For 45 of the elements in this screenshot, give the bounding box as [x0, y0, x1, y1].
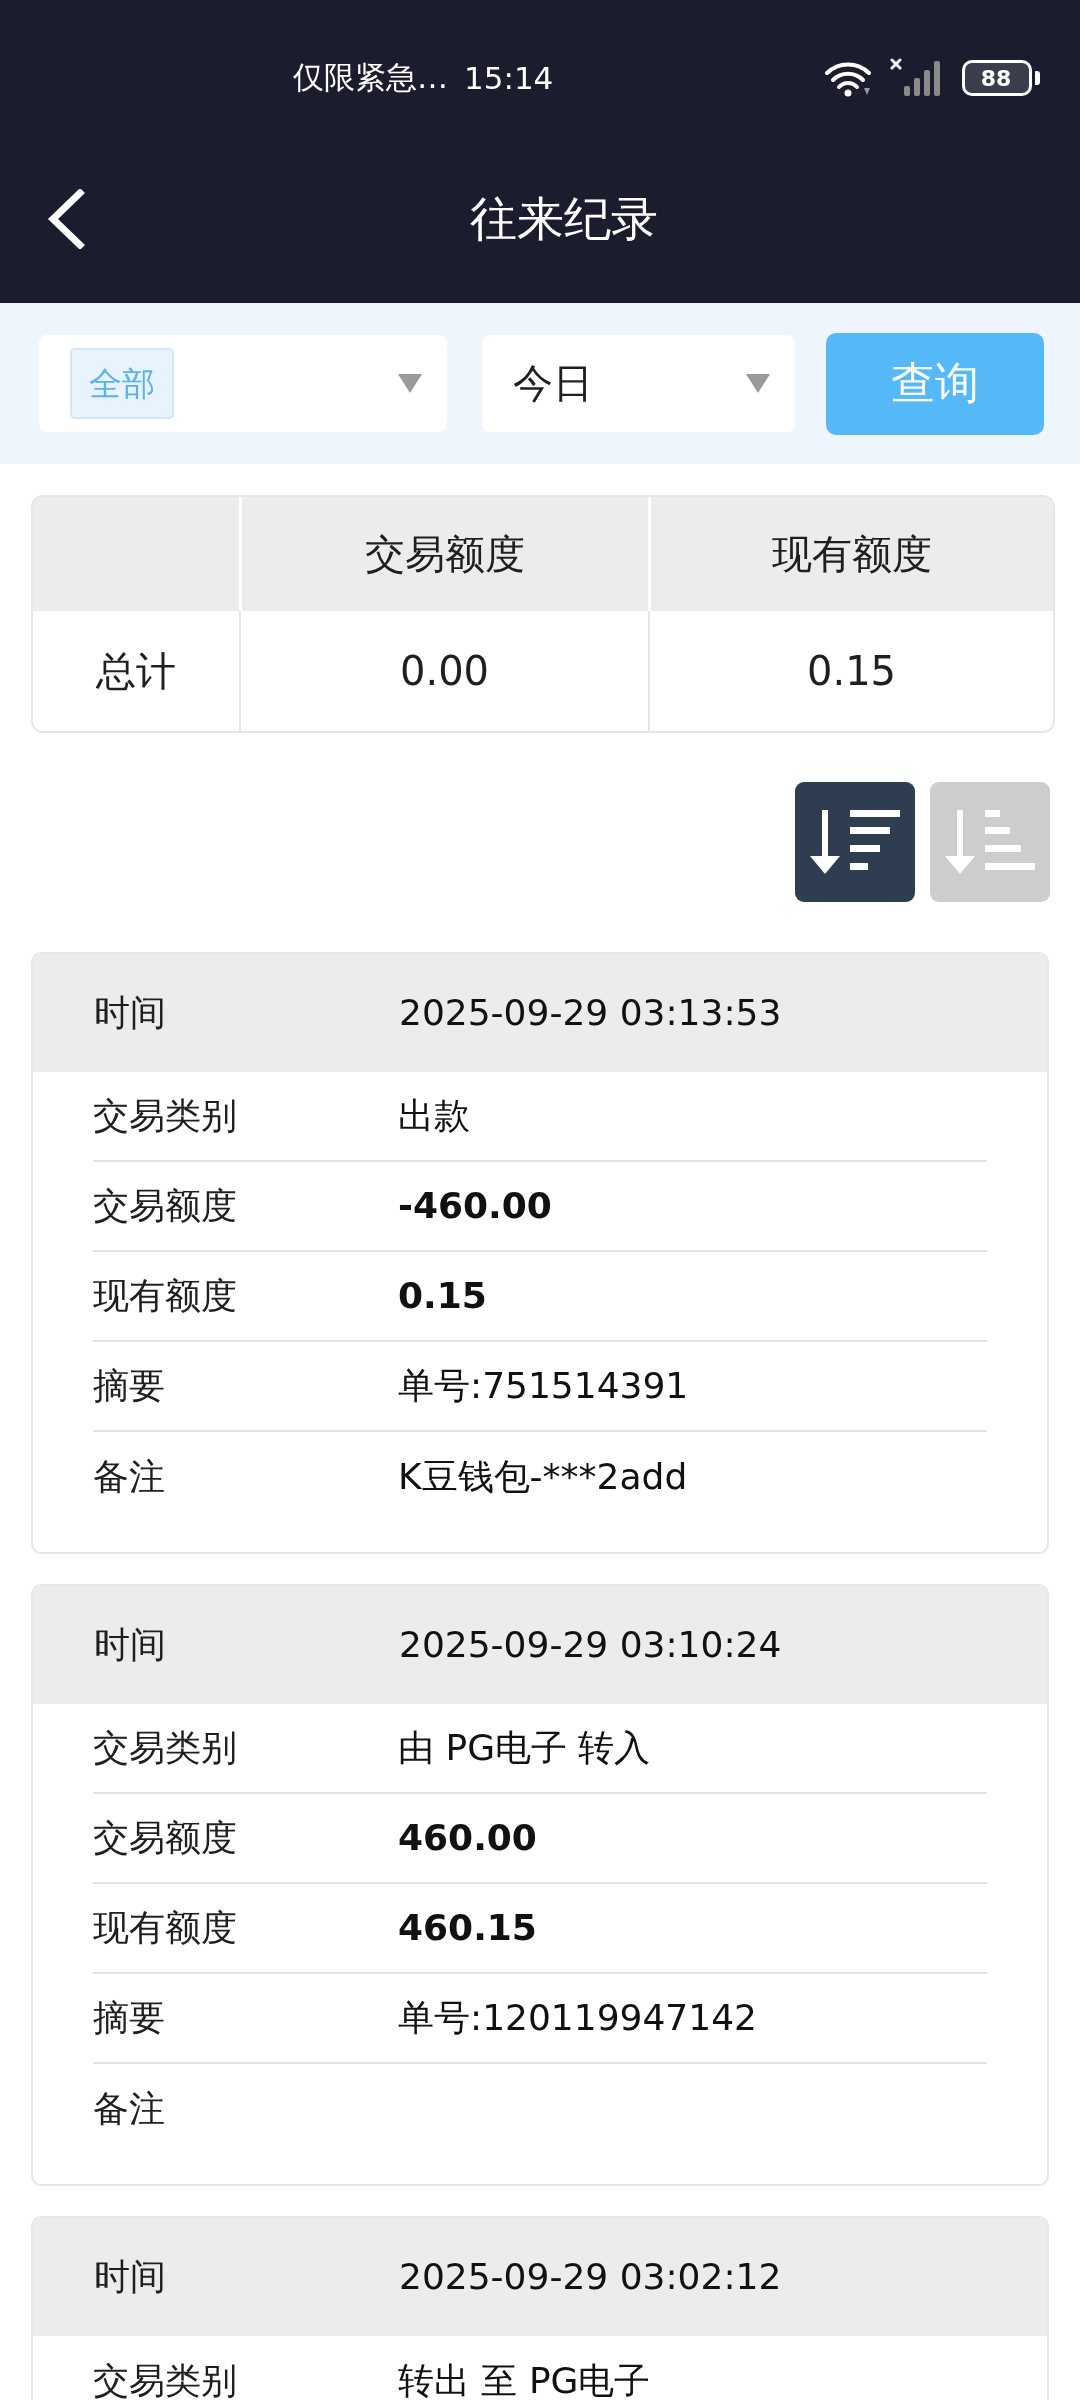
page-title: 往来纪录	[469, 189, 658, 248]
field-value: 单号:120119947142	[398, 1998, 757, 2038]
battery-indicator: 88	[962, 60, 1040, 96]
selected-tag: 全部	[70, 347, 174, 420]
time-value: 2025-09-29 03:13:53	[399, 993, 782, 1033]
sort-ascending-icon	[945, 810, 1035, 874]
sort-descending-icon	[810, 810, 900, 874]
back-icon[interactable]	[47, 189, 85, 249]
time-value: 2025-09-29 03:02:12	[399, 2257, 782, 2297]
dropdown-caret-icon	[746, 374, 770, 393]
field-label: 时间	[94, 1625, 166, 1665]
date-select[interactable]: 今日	[482, 335, 795, 432]
table-cell: 0.15	[648, 611, 1053, 731]
status-notice: 仅限紧急…	[293, 58, 448, 97]
field-label: 备注	[93, 2089, 165, 2129]
field-value: 出款	[398, 1096, 470, 1136]
amount-value: 460.15	[398, 1908, 537, 1948]
field-value: K豆钱包-***2add	[398, 1457, 688, 1497]
time-value: 2025-09-29 03:10:24	[399, 1625, 782, 1665]
type-select[interactable]: 全部	[39, 335, 447, 432]
field-label: 摘要	[93, 1366, 165, 1406]
field-label: 现有额度	[93, 1276, 237, 1316]
sort-descending-button[interactable]	[795, 782, 915, 902]
field-value: 转出 至 PG电子	[398, 2361, 651, 2400]
field-label: 交易额度	[93, 1186, 237, 1226]
column-header: 交易额度	[239, 497, 648, 611]
query-button[interactable]: 查询	[826, 332, 1044, 435]
amount-value: 0.15	[398, 1276, 487, 1316]
field-label: 现有额度	[93, 1908, 237, 1948]
status-time: 15:14	[464, 60, 554, 96]
amount-value: -460.00	[398, 1186, 552, 1226]
field-label: 时间	[94, 993, 166, 1033]
field-label: 交易类别	[93, 1728, 237, 1768]
field-value: 由 PG电子 转入	[398, 1728, 651, 1768]
field-label: 时间	[94, 2257, 166, 2297]
field-label: 交易类别	[93, 1096, 237, 1136]
field-label: 交易额度	[93, 1818, 237, 1858]
wifi-icon	[824, 59, 872, 97]
dropdown-caret-icon	[398, 374, 422, 393]
field-label: 备注	[93, 1457, 165, 1497]
field-value: 单号:751514391	[398, 1366, 689, 1406]
amount-value: 460.00	[398, 1818, 537, 1858]
field-label: 交易类别	[93, 2361, 237, 2400]
column-header: 现有额度	[648, 497, 1053, 611]
field-label: 摘要	[93, 1998, 165, 2038]
